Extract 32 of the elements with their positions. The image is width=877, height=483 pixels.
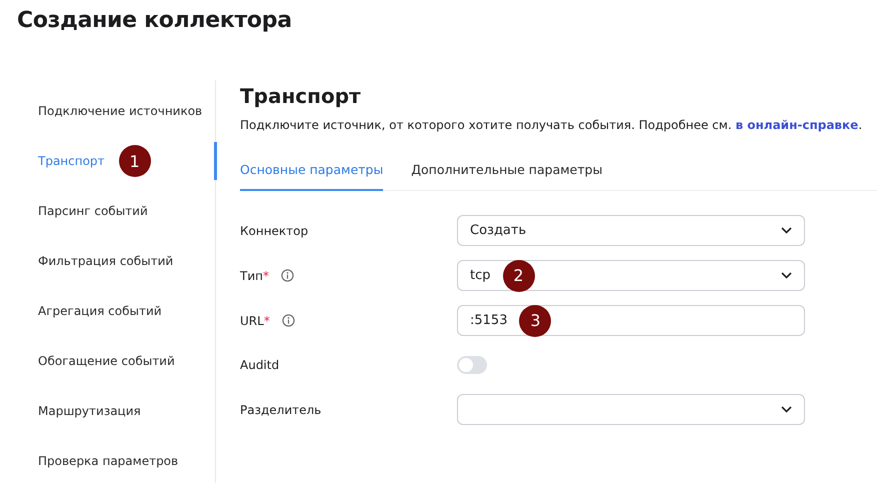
toggle-switch[interactable] — [457, 356, 487, 374]
select-field[interactable] — [457, 394, 805, 425]
chevron-down-icon — [781, 227, 792, 234]
field-label: Auditd — [240, 358, 280, 372]
sidebar-item[interactable]: Маршрутизация — [0, 386, 215, 436]
chevron-down-icon — [781, 272, 792, 279]
sidebar-item[interactable]: Подключение источников — [0, 86, 215, 136]
select-field[interactable]: Создать — [457, 215, 805, 246]
callout-number: 1 — [118, 145, 151, 177]
callout-number: 2 — [502, 260, 534, 292]
help-link[interactable]: в онлайн-справке — [735, 118, 858, 132]
sidebar-item[interactable]: Парсинг событий — [0, 186, 215, 236]
field-label: Коннектор — [240, 224, 308, 238]
page-title: Создание коллектора — [16, 7, 293, 35]
callout-number: 3 — [519, 304, 552, 336]
sidebar-item[interactable]: Транспорт 1 — [0, 136, 215, 186]
field-label: Тип* — [240, 268, 269, 282]
sidebar-item[interactable]: Агрегация событий — [0, 286, 215, 336]
sidebar-item[interactable]: Проверка параметров — [0, 436, 215, 483]
tab[interactable]: Дополнительные параметры — [411, 162, 602, 191]
info-icon[interactable] — [280, 269, 294, 282]
chevron-down-icon — [781, 406, 792, 413]
section-title: Транспорт — [240, 83, 362, 108]
info-icon[interactable] — [282, 314, 295, 327]
field-label: URL* — [240, 314, 270, 328]
section-description: Подключите источник, от которого хотите получать события. Подробнее см. в онлайн-справке. — [240, 118, 864, 132]
sidebar-item[interactable]: Фильтрация событий — [0, 236, 215, 286]
select-field[interactable]: tcp 2 — [457, 260, 805, 291]
tab[interactable]: Основные параметры — [240, 162, 384, 191]
field-label: Разделитель — [240, 402, 322, 416]
input-field[interactable]: :5153 3 — [457, 305, 805, 336]
sidebar-item[interactable]: Обогащение событий — [0, 336, 215, 386]
